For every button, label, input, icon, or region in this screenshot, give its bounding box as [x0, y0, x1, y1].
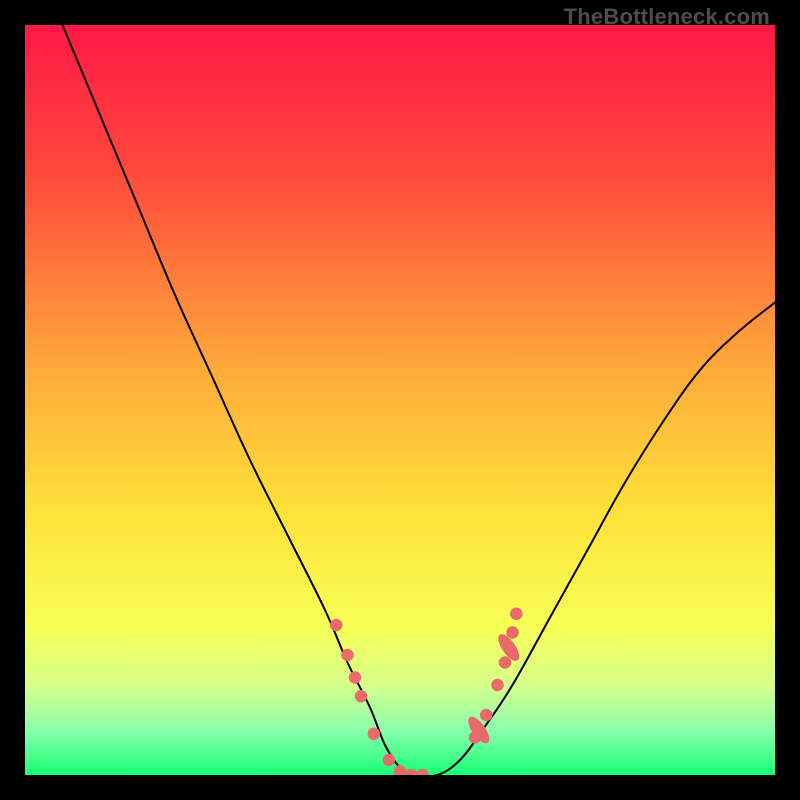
marker-left-cluster-markers	[341, 649, 354, 662]
marker-right-cluster-markers	[506, 626, 519, 639]
gradient-background	[25, 25, 775, 775]
marker-left-cluster-markers	[349, 671, 362, 684]
watermark-label: TheBottleneck.com	[564, 4, 770, 30]
marker-right-cluster-markers	[491, 679, 504, 692]
marker-left-cluster-markers	[355, 690, 368, 703]
marker-right-cluster-markers	[480, 709, 493, 722]
marker-left-cluster-markers	[368, 728, 381, 741]
outer-frame: TheBottleneck.com	[0, 0, 800, 800]
marker-right-cluster-markers	[499, 656, 512, 669]
bottleneck-chart	[25, 25, 775, 775]
marker-left-cluster-markers	[330, 619, 343, 632]
marker-left-cluster-markers	[383, 754, 396, 767]
plot-area	[25, 25, 775, 775]
marker-right-cluster-markers	[510, 608, 523, 621]
